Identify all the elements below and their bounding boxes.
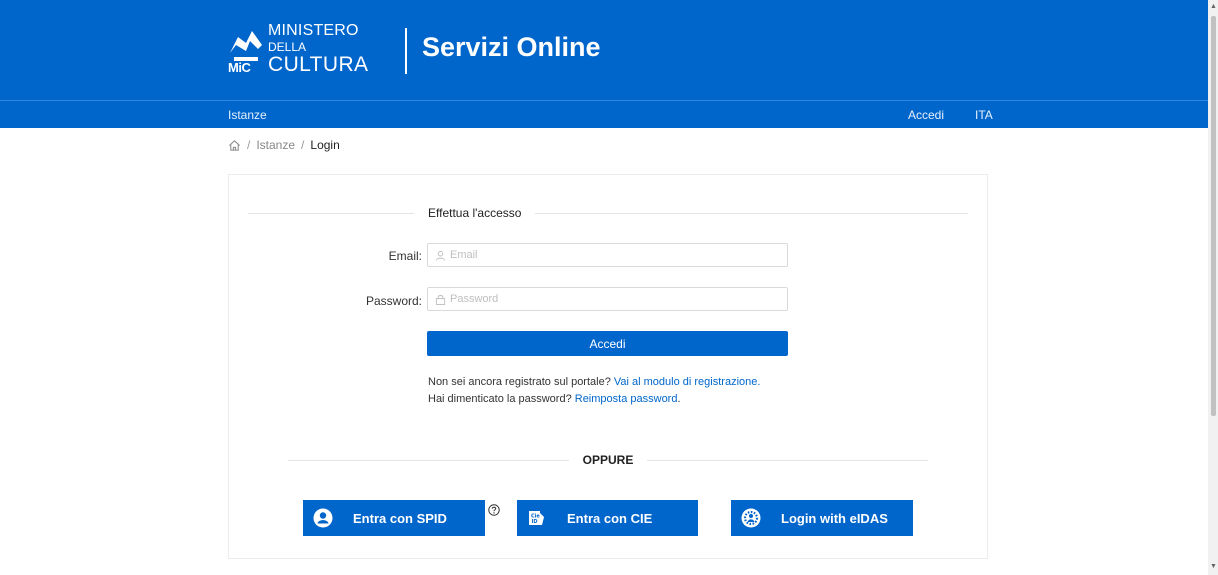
main-navbar: Istanze Accedi ITA	[0, 100, 1208, 128]
spid-login-button[interactable]: Entra con SPID	[303, 500, 485, 536]
breadcrumb-separator: /	[301, 138, 305, 152]
divider-line	[248, 212, 414, 214]
breadcrumb-separator: /	[247, 138, 251, 152]
spid-label: Entra con SPID	[353, 510, 447, 526]
cie-login-button[interactable]: Cie ID Entra con CIE	[517, 500, 698, 536]
logo-line-3: CULTURA	[268, 53, 369, 76]
breadcrumb-current: Login	[310, 138, 340, 152]
svg-text:ID: ID	[532, 519, 538, 525]
eidas-login-button[interactable]: Login with eIDAS	[731, 500, 913, 536]
logo-mic: MiC	[228, 60, 251, 75]
email-label: Email:	[388, 249, 422, 263]
scroll-down-arrow-icon[interactable]: ▼	[1210, 563, 1217, 570]
site-title[interactable]: Servizi Online	[422, 32, 601, 63]
forgot-end: .	[677, 393, 681, 405]
scrollbar-thumb[interactable]	[1211, 16, 1216, 416]
oppure-divider: OPPURE	[288, 453, 928, 467]
password-label: Password:	[365, 294, 422, 308]
email-input[interactable]	[450, 249, 770, 261]
lock-icon	[435, 294, 446, 305]
spid-user-icon	[313, 508, 333, 528]
divider-line	[535, 212, 968, 214]
eidas-stars-icon	[741, 508, 761, 528]
breadcrumb-istanze[interactable]: Istanze	[256, 138, 295, 152]
nav-item-istanze[interactable]: Istanze	[228, 108, 267, 122]
home-icon[interactable]	[228, 139, 241, 152]
email-field[interactable]	[427, 243, 788, 267]
password-field[interactable]	[427, 287, 788, 311]
forgot-text: Hai dimenticato la password?	[428, 393, 572, 405]
nav-item-accedi[interactable]: Accedi	[908, 108, 944, 122]
header-divider	[405, 28, 407, 74]
site-header: MiC MINISTERO DELLA CULTURA Servizi Onli…	[0, 0, 1208, 100]
logo-line-2: DELLA	[268, 40, 307, 54]
ministry-logo[interactable]: MiC MINISTERO DELLA CULTURA	[228, 20, 378, 80]
form-heading-divider: Effettua l'accesso	[248, 206, 968, 220]
reset-password-link[interactable]: Reimposta password	[575, 393, 678, 405]
register-text: Non sei ancora registrato sul portale?	[428, 376, 611, 388]
form-heading: Effettua l'accesso	[428, 206, 522, 220]
user-icon	[435, 250, 446, 261]
divider-line	[288, 459, 569, 461]
divider-line	[647, 459, 928, 461]
forgot-line: Hai dimenticato la password? Reimposta p…	[428, 393, 681, 405]
eidas-label: Login with eIDAS	[781, 510, 888, 526]
password-input[interactable]	[450, 293, 770, 305]
help-question-icon[interactable]	[488, 504, 500, 516]
language-selector[interactable]: ITA	[975, 108, 993, 122]
scroll-up-arrow-icon[interactable]: ▲	[1210, 3, 1217, 10]
login-submit-button[interactable]: Accedi	[427, 331, 788, 356]
register-line: Non sei ancora registrato sul portale? V…	[428, 376, 760, 388]
cie-label: Entra con CIE	[567, 510, 653, 526]
register-link[interactable]: Vai al modulo di registrazione.	[614, 376, 761, 388]
breadcrumb: / Istanze / Login	[228, 138, 340, 152]
logo-line-1: MINISTERO	[268, 22, 359, 39]
cie-card-icon: Cie ID	[529, 511, 544, 525]
oppure-label: OPPURE	[582, 453, 634, 467]
